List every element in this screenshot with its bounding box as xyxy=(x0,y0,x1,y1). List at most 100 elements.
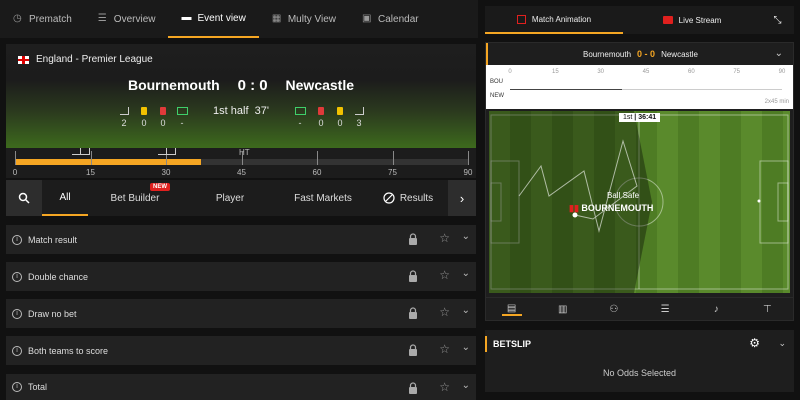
stats-icon[interactable]: ▥ xyxy=(553,304,573,315)
mini-scale-label: 75 xyxy=(733,69,740,75)
tab-match-animation[interactable]: Match Animation xyxy=(485,6,623,34)
timeline-tick-label: 45 xyxy=(237,168,246,177)
animation-toolbar: ▤ ▥ ⚇ ☰ ♪ ⊤ xyxy=(486,297,793,320)
nav-prematch[interactable]: ◷ Prematch xyxy=(0,0,85,38)
tab-player[interactable]: Player xyxy=(182,180,278,216)
tab-bet-builder[interactable]: Bet Builder NEW xyxy=(88,180,182,216)
star-icon[interactable]: ☆ xyxy=(439,380,450,394)
star-icon[interactable]: ☆ xyxy=(439,231,450,245)
calendar-icon: ▣ xyxy=(362,13,372,24)
events-icon[interactable]: ☰ xyxy=(655,304,675,315)
england-flag-icon xyxy=(18,55,29,64)
market-row[interactable]: i Total ☆ ⌄ xyxy=(6,374,476,400)
ball-trail-icon xyxy=(518,139,761,233)
market-name: Match result xyxy=(28,234,78,245)
chevron-down-icon[interactable]: ⌄ xyxy=(462,268,470,279)
nav-calendar[interactable]: ▣ Calendar xyxy=(349,0,432,38)
mini-scale-label: 0 xyxy=(508,69,512,75)
animation-clock: 1st | 36:41 xyxy=(619,113,661,122)
penalty-icon xyxy=(294,107,306,115)
corner-event-icon xyxy=(158,148,167,155)
lock-icon xyxy=(409,344,417,356)
match-timeline: HT 0 15 30 45 60 75 90 xyxy=(6,148,476,178)
match-period: 1st half 37' xyxy=(213,105,269,117)
chevron-down-icon[interactable]: ⌄ xyxy=(778,338,786,349)
info-icon[interactable]: i xyxy=(12,308,22,319)
info-icon[interactable]: i xyxy=(12,382,22,392)
search-button[interactable] xyxy=(6,180,42,216)
market-name: Total xyxy=(28,382,48,392)
timeline-tick xyxy=(317,151,318,165)
market-row[interactable]: i Double chance ☆ ⌄ xyxy=(6,262,476,291)
tab-results[interactable]: Results xyxy=(368,180,448,216)
tabs-next-button[interactable]: › xyxy=(448,180,476,216)
star-icon[interactable]: ☆ xyxy=(439,268,450,282)
tab-all[interactable]: All xyxy=(42,180,88,216)
chevron-down-icon[interactable]: ⌄ xyxy=(462,380,470,391)
timeline-tick xyxy=(468,151,469,165)
timeline-tick-label: 0 xyxy=(12,168,18,177)
market-row[interactable]: i Match result ☆ ⌄ xyxy=(6,225,476,254)
panel-header: Bournemouth 0 - 0 Newcastle ⌄ xyxy=(486,43,793,65)
collapse-button[interactable]: ⤡ xyxy=(761,6,794,34)
team-kit-icon: ▮▮ xyxy=(569,203,582,213)
pitch-view-icon[interactable]: ▤ xyxy=(501,303,522,316)
mini-timeline: BOU NEW 0 15 30 45 60 75 90 2x45 min xyxy=(486,65,793,109)
market-row[interactable]: i Both teams to score ☆ ⌄ xyxy=(6,336,476,365)
star-icon[interactable]: ☆ xyxy=(439,342,450,356)
nav-overview[interactable]: ☰ Overview xyxy=(85,0,169,38)
list-icon: ☰ xyxy=(97,13,107,24)
market-tabs: All Bet Builder NEW Player Fast Markets R… xyxy=(6,180,476,216)
betslip-empty-message: No Odds Selected xyxy=(602,368,677,378)
animation-icon xyxy=(516,14,526,24)
corner-event-icon xyxy=(167,148,176,155)
red-card-icon xyxy=(318,107,324,115)
lock-icon xyxy=(409,233,417,245)
penalty-icon xyxy=(176,107,188,115)
chevron-down-icon[interactable]: ⌄ xyxy=(775,48,783,59)
star-icon[interactable]: ☆ xyxy=(439,305,450,319)
timeline-tick-label: 90 xyxy=(463,168,473,177)
mini-scale-label: 90 xyxy=(778,69,786,75)
away-red-stat: 0 xyxy=(315,107,327,128)
mini-scale-label: 60 xyxy=(687,69,695,75)
timeline-tick-label: 15 xyxy=(86,168,95,177)
chevron-down-icon[interactable]: ⌄ xyxy=(462,342,470,353)
timeline-progress xyxy=(15,159,202,165)
red-card-icon xyxy=(160,107,166,115)
away-yellow-stat: 0 xyxy=(334,107,346,128)
jersey-icon[interactable]: ⊤ xyxy=(757,304,777,315)
mini-progress xyxy=(510,89,622,90)
nav-multy-view[interactable]: ▦ Multy View xyxy=(259,0,349,38)
chevron-down-icon[interactable]: ⌄ xyxy=(462,305,470,316)
bar-icon: ▬ xyxy=(181,12,192,23)
tab-fast-markets[interactable]: Fast Markets xyxy=(278,180,368,216)
yellow-card-icon xyxy=(141,107,147,115)
lineups-icon[interactable]: ⚇ xyxy=(604,304,624,315)
microphone-icon[interactable]: ♪ xyxy=(706,304,726,315)
yellow-card-icon xyxy=(337,107,343,115)
away-penalty-stat: - xyxy=(294,107,306,128)
lock-icon xyxy=(409,307,417,319)
gear-icon[interactable]: ⚙ xyxy=(749,336,760,350)
animation-panel: Bournemouth 0 - 0 Newcastle ⌄ BOU NEW 01… xyxy=(485,42,794,321)
results-icon xyxy=(383,192,395,204)
chevron-down-icon[interactable]: ⌄ xyxy=(462,231,470,242)
info-icon[interactable]: i xyxy=(12,234,22,245)
scoreline: Bournemouth 0 : 0 Newcastle xyxy=(6,77,476,94)
corner-event-icon xyxy=(81,148,90,155)
market-row[interactable]: i Draw no bet ☆ ⌄ xyxy=(6,299,476,328)
info-icon[interactable]: i xyxy=(12,345,22,356)
corner-icon xyxy=(354,107,364,115)
home-yellow-stat: 0 xyxy=(138,107,150,128)
betslip-title: BETSLIP xyxy=(485,336,531,352)
media-tabs: Match Animation Live Stream ⤡ xyxy=(485,6,794,34)
tab-live-stream[interactable]: Live Stream xyxy=(623,6,761,34)
timeline-tick xyxy=(392,151,394,165)
away-team: Newcastle xyxy=(285,77,355,93)
nav-event-view[interactable]: ▬ Event view xyxy=(168,0,259,38)
league-title: England - Premier League xyxy=(18,54,153,65)
mini-scale-label: 45 xyxy=(642,69,650,75)
info-icon[interactable]: i xyxy=(12,271,22,282)
ball-status: Ball Safe xyxy=(607,191,640,200)
